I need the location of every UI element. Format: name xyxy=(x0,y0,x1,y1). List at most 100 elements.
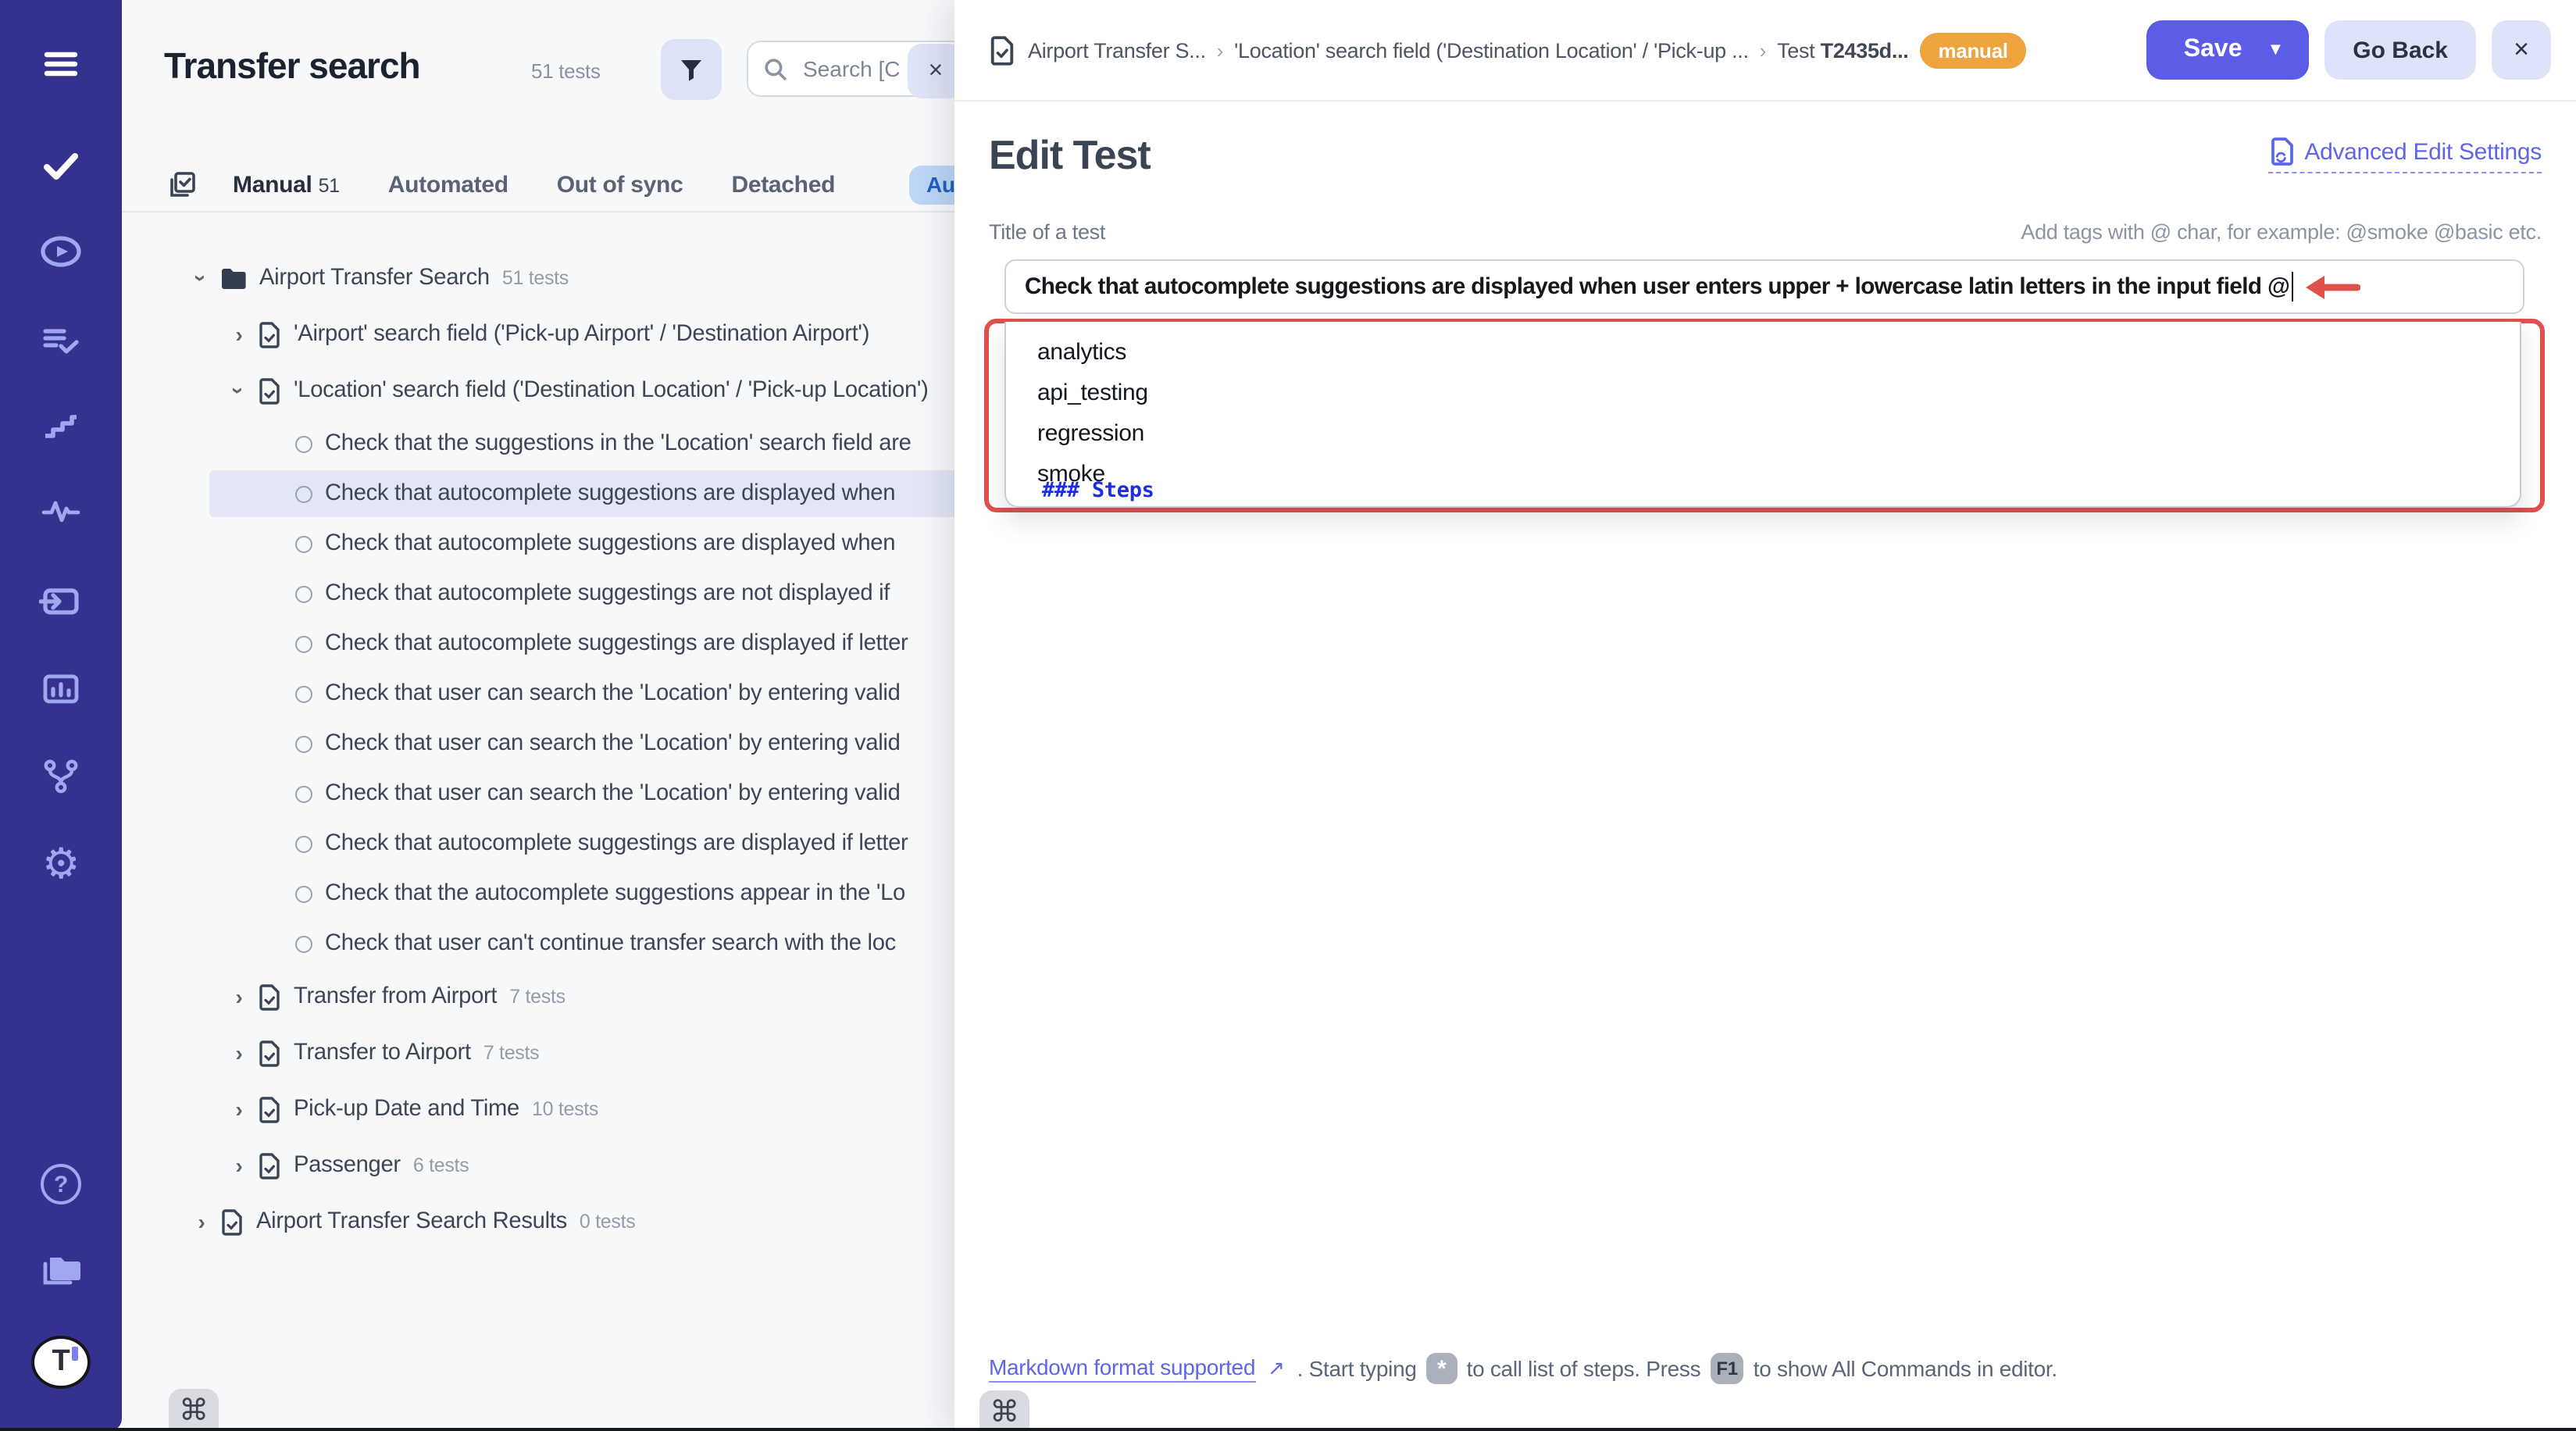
plans-list-icon[interactable] xyxy=(0,322,122,359)
red-annotation-box: analytics api_testing regression smoke #… xyxy=(984,319,2545,512)
tree-row-label: Pick-up Date and Time xyxy=(294,1097,519,1122)
breadcrumb-suite[interactable]: 'Location' search field ('Destination Lo… xyxy=(1234,38,1749,62)
test-circle-icon xyxy=(295,535,312,552)
filter-tabs: Manual51 Automated Out of sync Detached xyxy=(122,158,973,212)
tree-row-label: Check that user can search the 'Location… xyxy=(325,781,901,806)
manual-badge: manual xyxy=(1920,32,2027,68)
tree-row-count: 0 tests xyxy=(580,1211,636,1233)
import-icon[interactable] xyxy=(0,583,122,620)
app-logo[interactable]: T xyxy=(0,1336,122,1389)
tree-row[interactable]: › Check that user can search the 'Locati… xyxy=(122,719,973,769)
topbar-buttons: Save▼ Go Back × xyxy=(2146,20,2551,80)
tree-row-count: 51 tests xyxy=(502,267,569,289)
tree-row[interactable]: › Check that user can search the 'Locati… xyxy=(122,669,973,719)
close-button[interactable]: × xyxy=(2492,20,2551,80)
test-circle-icon xyxy=(295,685,312,702)
steps-icon[interactable] xyxy=(0,406,122,444)
help-icon[interactable]: ? xyxy=(0,1164,122,1204)
test-circle-icon xyxy=(295,435,312,452)
filter-tab[interactable]: Manual51 xyxy=(233,171,340,198)
chevron-right-icon: › xyxy=(1217,38,1223,62)
test-circle-icon xyxy=(295,585,312,602)
settings-gear-icon[interactable]: ⚙ xyxy=(0,844,122,884)
select-all-checkbox-icon[interactable] xyxy=(167,170,197,199)
test-circle-icon xyxy=(295,935,312,952)
filter-tab[interactable]: Detached xyxy=(731,171,835,198)
tree-row[interactable]: › Transfer to Airport 7 tests xyxy=(122,1025,973,1081)
markdown-supported-link[interactable]: Markdown format supported xyxy=(989,1354,1255,1383)
tag-suggestion-item[interactable]: analytics xyxy=(1006,331,2520,372)
tree-row-label: 'Location' search field ('Destination Lo… xyxy=(294,378,929,403)
tree-row-label: Check that autocomplete suggestings are … xyxy=(325,631,908,656)
tree-row-count: 7 tests xyxy=(483,1042,540,1064)
tree-row-label: Check that user can search the 'Location… xyxy=(325,681,901,706)
filter-tab[interactable]: Out of sync xyxy=(557,171,683,198)
close-icon: × xyxy=(929,57,944,85)
steps-markdown-heading: ### Steps xyxy=(1042,478,1154,503)
chevron-icon: › xyxy=(228,1040,250,1065)
red-arrow-annotation xyxy=(2301,273,2360,301)
breadcrumb-test[interactable]: Test T2435d... xyxy=(1777,38,1908,62)
tree-row[interactable]: › Check that the autocomplete suggestion… xyxy=(122,869,973,919)
f1-key-badge: F1 xyxy=(1710,1353,1743,1384)
go-back-button[interactable]: Go Back xyxy=(2324,20,2476,80)
test-title-value: Check that autocomplete suggestions are … xyxy=(1025,274,2289,299)
menu-icon[interactable] xyxy=(0,44,122,84)
tree-row[interactable]: › Check that autocomplete suggestions ar… xyxy=(122,469,973,519)
tree-row[interactable]: › Transfer from Airport 7 tests xyxy=(122,969,973,1025)
tree-row[interactable]: › Check that user can search the 'Locati… xyxy=(122,769,973,819)
tree-row[interactable]: › Check that autocomplete suggestings ar… xyxy=(122,819,973,869)
tree-row[interactable]: › 'Location' search field ('Destination … xyxy=(122,362,973,419)
tree-row[interactable]: › Check that autocomplete suggestings ar… xyxy=(122,619,973,669)
tag-suggestion-item[interactable]: api_testing xyxy=(1006,372,2520,412)
tree-row-label: 'Airport' search field ('Pick-up Airport… xyxy=(294,322,869,347)
editor-footer: Markdown format supported ↗ . Start typi… xyxy=(989,1353,2545,1384)
test-tree: › Airport Transfer Search 51 tests › xyxy=(122,250,973,1369)
suite-doc-icon xyxy=(258,377,281,404)
test-circle-icon xyxy=(295,635,312,652)
tree-row[interactable]: › 'Airport' search field ('Pick-up Airpo… xyxy=(122,306,973,362)
projects-folder-icon[interactable] xyxy=(0,1251,122,1289)
pulse-icon[interactable] xyxy=(0,494,122,528)
tag-suggestion-item[interactable]: regression xyxy=(1006,412,2520,453)
tree-row[interactable]: › Check that the suggestions in the 'Loc… xyxy=(122,419,973,469)
tree-row[interactable]: › Airport Transfer Search 51 tests xyxy=(122,250,973,306)
filter-tab[interactable]: Automated xyxy=(388,171,508,198)
tests-check-icon[interactable] xyxy=(0,145,122,186)
reports-icon[interactable] xyxy=(0,670,122,708)
tag-suggestion-item[interactable]: smoke xyxy=(1006,453,2520,494)
sidebar: ⚙ ? T xyxy=(0,0,122,1431)
tree-row-count: 7 tests xyxy=(509,986,566,1008)
branch-icon[interactable] xyxy=(0,756,122,797)
breadcrumb-project[interactable]: Airport Transfer S... xyxy=(1028,38,1206,62)
tree-row-label: Airport Transfer Search Results xyxy=(256,1209,567,1234)
chevron-icon: › xyxy=(228,1097,250,1122)
chevron-right-icon: › xyxy=(1760,38,1766,62)
tree-row[interactable]: › Check that user can't continue transfe… xyxy=(122,919,973,969)
tree-row-label: Check that autocomplete suggestions are … xyxy=(325,481,895,506)
test-tree-panel: Transfer search 51 tests × Manual51 Auto… xyxy=(122,0,973,1431)
run-play-icon[interactable] xyxy=(0,233,122,270)
tree-row-label: Passenger xyxy=(294,1153,401,1178)
tree-row[interactable]: › Pick-up Date and Time 10 tests xyxy=(122,1081,973,1137)
filter-button[interactable] xyxy=(661,39,722,100)
tree-row[interactable]: › Check that autocomplete suggestions ar… xyxy=(122,519,973,569)
breadcrumb-doc-icon xyxy=(989,35,1015,65)
chevron-down-icon[interactable]: ▼ xyxy=(2267,41,2285,59)
test-circle-icon xyxy=(295,485,312,502)
chevron-icon: › xyxy=(191,1209,212,1234)
folder-icon xyxy=(220,266,247,290)
tag-suggestions-dropdown: analytics api_testing regression smoke xyxy=(1004,322,2521,508)
page-title: Edit Test xyxy=(989,131,1151,180)
tree-row[interactable]: › Airport Transfer Search Results 0 test… xyxy=(122,1194,973,1250)
advanced-edit-settings-link[interactable]: Advanced Edit Settings xyxy=(2268,137,2542,173)
suite-doc-icon xyxy=(258,1096,281,1122)
panel-title: Transfer search xyxy=(164,45,420,87)
tree-row[interactable]: › Check that autocomplete suggestings ar… xyxy=(122,569,973,619)
test-title-input[interactable]: Check that autocomplete suggestions are … xyxy=(1004,259,2524,314)
edit-test-panel: Airport Transfer S... › 'Location' searc… xyxy=(954,0,2576,1431)
tree-row-count: 10 tests xyxy=(532,1098,598,1120)
tree-row[interactable]: › Passenger 6 tests xyxy=(122,1137,973,1194)
tree-row-label: Check that autocomplete suggestings are … xyxy=(325,831,908,856)
save-button[interactable]: Save▼ xyxy=(2146,20,2310,80)
